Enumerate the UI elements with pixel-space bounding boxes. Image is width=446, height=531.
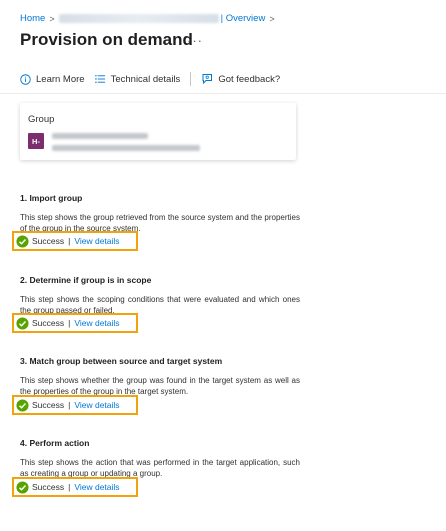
feedback-button[interactable]: Got feedback? — [201, 73, 280, 85]
success-check-icon — [16, 234, 29, 248]
redacted-group-id — [52, 145, 200, 151]
step-title: 1. Import group — [20, 193, 83, 203]
feedback-icon — [202, 74, 213, 85]
toolbar-divider-line — [0, 93, 446, 94]
success-check-icon — [16, 398, 29, 412]
status-text: Success — [32, 318, 65, 328]
breadcrumb-redacted-app-name[interactable] — [58, 14, 219, 23]
technical-details-button[interactable]: Technical details — [94, 73, 181, 85]
status-text: Success — [32, 482, 65, 492]
view-details-link[interactable]: View details — [74, 236, 119, 246]
view-details-link[interactable]: View details — [74, 400, 119, 410]
status-separator: | — [68, 482, 71, 492]
step-status: Success | View details — [12, 395, 138, 415]
success-check-icon — [16, 480, 29, 494]
feedback-label: Got feedback? — [218, 73, 281, 85]
step-title: 4. Perform action — [20, 438, 90, 448]
breadcrumb-trailing-separator: > — [269, 13, 275, 24]
status-separator: | — [68, 236, 71, 246]
success-check-icon — [16, 316, 29, 330]
step-determine-scope: 2. Determine if group is in scope This s… — [12, 275, 300, 333]
redacted-group-name — [52, 133, 148, 139]
step-title: 3. Match group between source and target… — [20, 356, 223, 366]
step-title: 2. Determine if group is in scope — [20, 275, 152, 285]
breadcrumb-separator: > — [49, 13, 55, 24]
step-status: Success | View details — [12, 231, 138, 251]
status-text: Success — [32, 236, 65, 246]
group-card: Group H- — [20, 103, 296, 160]
step-perform-action: 4. Perform action This step shows the ac… — [12, 438, 300, 497]
step-description: This step shows whether the group was fo… — [20, 376, 300, 396]
step-match-group: 3. Match group between source and target… — [12, 356, 300, 415]
status-separator: | — [68, 400, 71, 410]
breadcrumb-overview[interactable]: | Overview — [221, 13, 266, 24]
group-card-title: Group — [28, 114, 55, 125]
learn-more-label: Learn More — [36, 73, 85, 85]
technical-details-label: Technical details — [110, 73, 181, 85]
more-options-icon[interactable]: ··· — [187, 33, 203, 48]
status-text: Success — [32, 400, 65, 410]
group-avatar: H- — [28, 133, 44, 149]
view-details-link[interactable]: View details — [74, 318, 119, 328]
step-import-group: 1. Import group This step shows the grou… — [12, 193, 300, 251]
step-status: Success | View details — [12, 477, 138, 497]
learn-more-button[interactable]: Learn More — [20, 74, 85, 85]
step-description: This step shows the action that was perf… — [20, 458, 300, 478]
breadcrumb: Home > | Overview > — [20, 13, 279, 24]
breadcrumb-home[interactable]: Home — [20, 13, 45, 24]
page-title: Provision on demand — [20, 30, 193, 49]
status-separator: | — [68, 318, 71, 328]
step-status: Success | View details — [12, 313, 138, 333]
list-icon — [94, 75, 105, 83]
command-bar: Learn More Technical details Got feedbac… — [20, 71, 280, 87]
view-details-link[interactable]: View details — [74, 482, 119, 492]
info-icon — [20, 73, 31, 85]
toolbar-divider — [190, 72, 192, 86]
